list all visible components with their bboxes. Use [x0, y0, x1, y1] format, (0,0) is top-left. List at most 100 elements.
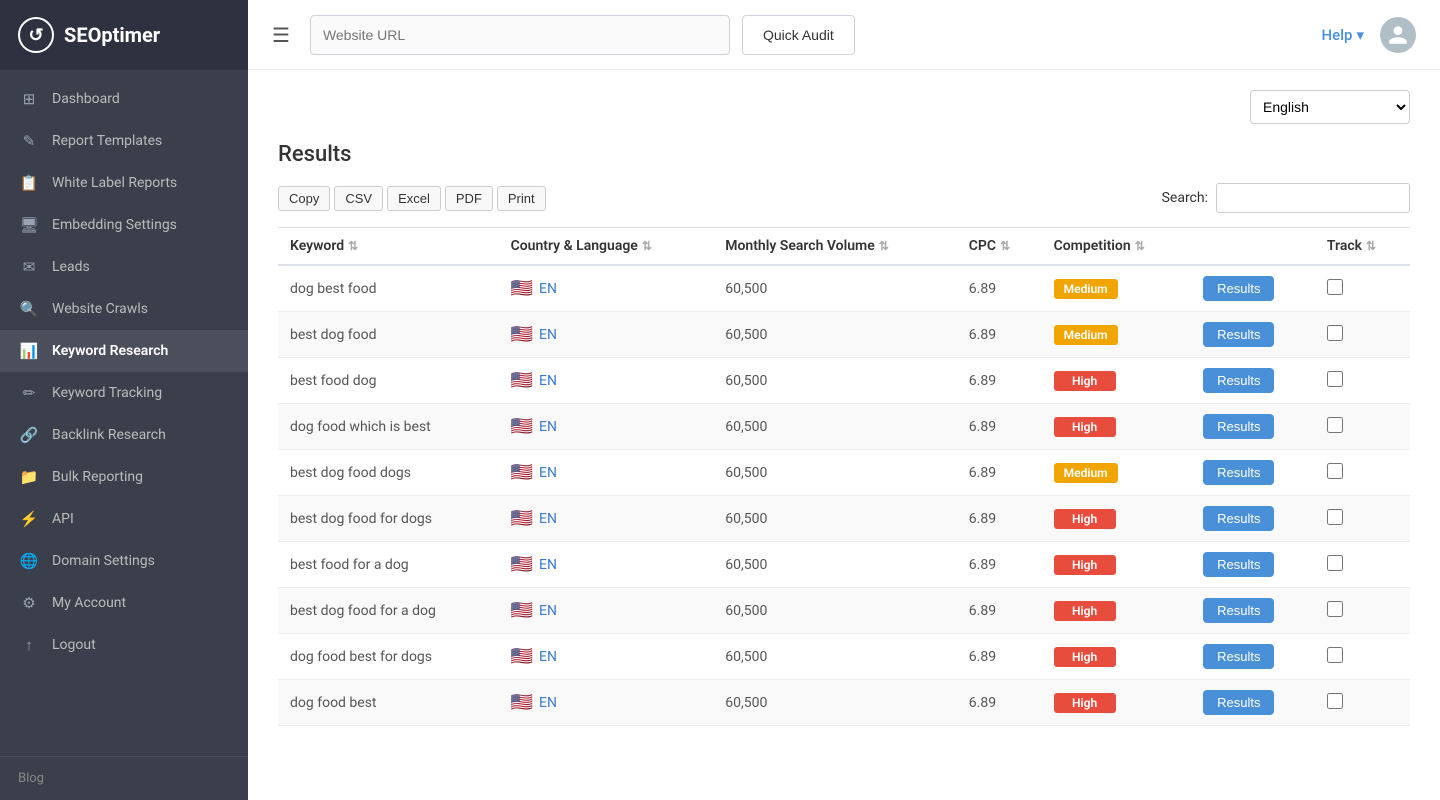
- flag-icon: 🇺🇸: [511, 278, 533, 299]
- results-cell: Results: [1191, 312, 1315, 358]
- sidebar-item-bulk-reporting[interactable]: 📁 Bulk Reporting: [0, 456, 248, 498]
- track-checkbox[interactable]: [1327, 463, 1343, 479]
- cpc-cell: 6.89: [957, 588, 1042, 634]
- export-excel-button[interactable]: Excel: [387, 186, 441, 211]
- results-button[interactable]: Results: [1203, 506, 1274, 531]
- table-row: best dog food🇺🇸EN60,5006.89MediumResults: [278, 312, 1410, 358]
- flag-icon: 🇺🇸: [511, 646, 533, 667]
- sidebar-item-leads[interactable]: ✉ Leads: [0, 246, 248, 288]
- language-code: EN: [539, 419, 557, 435]
- white-label-icon: 📋: [18, 174, 40, 192]
- th-competition: Competition⇅: [1042, 228, 1191, 266]
- keyword-cell[interactable]: dog best food: [278, 265, 499, 312]
- track-cell: [1315, 312, 1410, 358]
- track-checkbox[interactable]: [1327, 647, 1343, 663]
- track-checkbox[interactable]: [1327, 279, 1343, 295]
- sidebar-item-report-templates[interactable]: ✎ Report Templates: [0, 120, 248, 162]
- monthly_search_volume-sort-icon[interactable]: ⇅: [879, 239, 889, 253]
- keyword-cell[interactable]: best dog food: [278, 312, 499, 358]
- sidebar-item-white-label[interactable]: 📋 White Label Reports: [0, 162, 248, 204]
- th-track: Track⇅: [1315, 228, 1410, 266]
- export-csv-button[interactable]: CSV: [334, 186, 383, 211]
- keyword-research-icon: 📊: [18, 342, 40, 360]
- language-row: EnglishSpanishFrenchGermanItalian: [278, 90, 1410, 124]
- language-select[interactable]: EnglishSpanishFrenchGermanItalian: [1250, 90, 1410, 124]
- flag-icon: 🇺🇸: [511, 324, 533, 345]
- track-cell: [1315, 680, 1410, 726]
- dashboard-icon: ⊞: [18, 90, 40, 108]
- sidebar-footer[interactable]: Blog: [0, 756, 248, 800]
- user-avatar[interactable]: [1380, 17, 1416, 53]
- language-code: EN: [539, 327, 557, 343]
- results-button[interactable]: Results: [1203, 460, 1274, 485]
- export-copy-button[interactable]: Copy: [278, 186, 330, 211]
- keyword-cell[interactable]: best dog food for a dog: [278, 588, 499, 634]
- export-print-button[interactable]: Print: [497, 186, 546, 211]
- sidebar-item-website-crawls[interactable]: 🔍 Website Crawls: [0, 288, 248, 330]
- quick-audit-button[interactable]: Quick Audit: [742, 15, 855, 55]
- track-checkbox[interactable]: [1327, 325, 1343, 341]
- sidebar-item-keyword-research[interactable]: 📊 Keyword Research: [0, 330, 248, 372]
- track-checkbox[interactable]: [1327, 693, 1343, 709]
- url-input[interactable]: [310, 15, 730, 55]
- track-checkbox[interactable]: [1327, 509, 1343, 525]
- keyword-cell[interactable]: best dog food dogs: [278, 450, 499, 496]
- keyword-cell[interactable]: best food dog: [278, 358, 499, 404]
- results-cell: Results: [1191, 404, 1315, 450]
- keyword-sort-icon[interactable]: ⇅: [348, 239, 358, 253]
- track-checkbox[interactable]: [1327, 417, 1343, 433]
- language-code: EN: [539, 465, 557, 481]
- export-pdf-button[interactable]: PDF: [445, 186, 493, 211]
- keyword-cell[interactable]: best dog food for dogs: [278, 496, 499, 542]
- sidebar-item-api[interactable]: ⚡ API: [0, 498, 248, 540]
- keyword-cell[interactable]: best food for a dog: [278, 542, 499, 588]
- competition-cell: Medium: [1042, 312, 1191, 358]
- track-checkbox[interactable]: [1327, 555, 1343, 571]
- sidebar-item-logout[interactable]: ↑ Logout: [0, 624, 248, 666]
- results-button[interactable]: Results: [1203, 322, 1274, 347]
- results-button[interactable]: Results: [1203, 368, 1274, 393]
- competition-cell: Medium: [1042, 450, 1191, 496]
- volume-cell: 60,500: [713, 265, 957, 312]
- sidebar-item-dashboard[interactable]: ⊞ Dashboard: [0, 78, 248, 120]
- results-button[interactable]: Results: [1203, 276, 1274, 301]
- track-sort-icon[interactable]: ⇅: [1366, 239, 1376, 253]
- help-button[interactable]: Help ▾: [1322, 26, 1364, 44]
- hamburger-icon[interactable]: ☰: [272, 23, 290, 47]
- competition-badge: High: [1054, 647, 1116, 667]
- track-checkbox[interactable]: [1327, 371, 1343, 387]
- competition-sort-icon[interactable]: ⇅: [1135, 239, 1145, 253]
- sidebar-item-domain-settings[interactable]: 🌐 Domain Settings: [0, 540, 248, 582]
- help-label: Help: [1322, 26, 1353, 44]
- logo[interactable]: ↺ SEOptimer: [0, 0, 248, 70]
- results-button[interactable]: Results: [1203, 414, 1274, 439]
- sidebar-item-keyword-tracking[interactable]: ✏ Keyword Tracking: [0, 372, 248, 414]
- sidebar-item-my-account[interactable]: ⚙ My Account: [0, 582, 248, 624]
- competition-cell: Medium: [1042, 265, 1191, 312]
- topbar: ☰ Quick Audit Help ▾: [248, 0, 1440, 70]
- results-button[interactable]: Results: [1203, 644, 1274, 669]
- track-checkbox[interactable]: [1327, 601, 1343, 617]
- flag-icon: 🇺🇸: [511, 370, 533, 391]
- results-button[interactable]: Results: [1203, 552, 1274, 577]
- track-cell: [1315, 404, 1410, 450]
- country_language-sort-icon[interactable]: ⇅: [642, 239, 652, 253]
- keyword-cell[interactable]: dog food which is best: [278, 404, 499, 450]
- search-input[interactable]: [1216, 183, 1410, 213]
- language-code: EN: [539, 373, 557, 389]
- sidebar-item-backlink-research[interactable]: 🔗 Backlink Research: [0, 414, 248, 456]
- volume-cell: 60,500: [713, 358, 957, 404]
- keyword-cell[interactable]: dog food best for dogs: [278, 634, 499, 680]
- results-button[interactable]: Results: [1203, 690, 1274, 715]
- topbar-right: Help ▾: [1322, 17, 1416, 53]
- sidebar-item-label: Leads: [52, 259, 90, 275]
- results-button[interactable]: Results: [1203, 598, 1274, 623]
- results-cell: Results: [1191, 450, 1315, 496]
- country-language-cell: 🇺🇸EN: [499, 496, 714, 542]
- sidebar: ↺ SEOptimer ⊞ Dashboard ✎ Report Templat…: [0, 0, 248, 800]
- keyword-cell[interactable]: dog food best: [278, 680, 499, 726]
- language-code: EN: [539, 603, 557, 619]
- flag-icon: 🇺🇸: [511, 462, 533, 483]
- cpc-sort-icon[interactable]: ⇅: [1000, 239, 1010, 253]
- sidebar-item-embedding[interactable]: 🖥 Embedding Settings: [0, 204, 248, 246]
